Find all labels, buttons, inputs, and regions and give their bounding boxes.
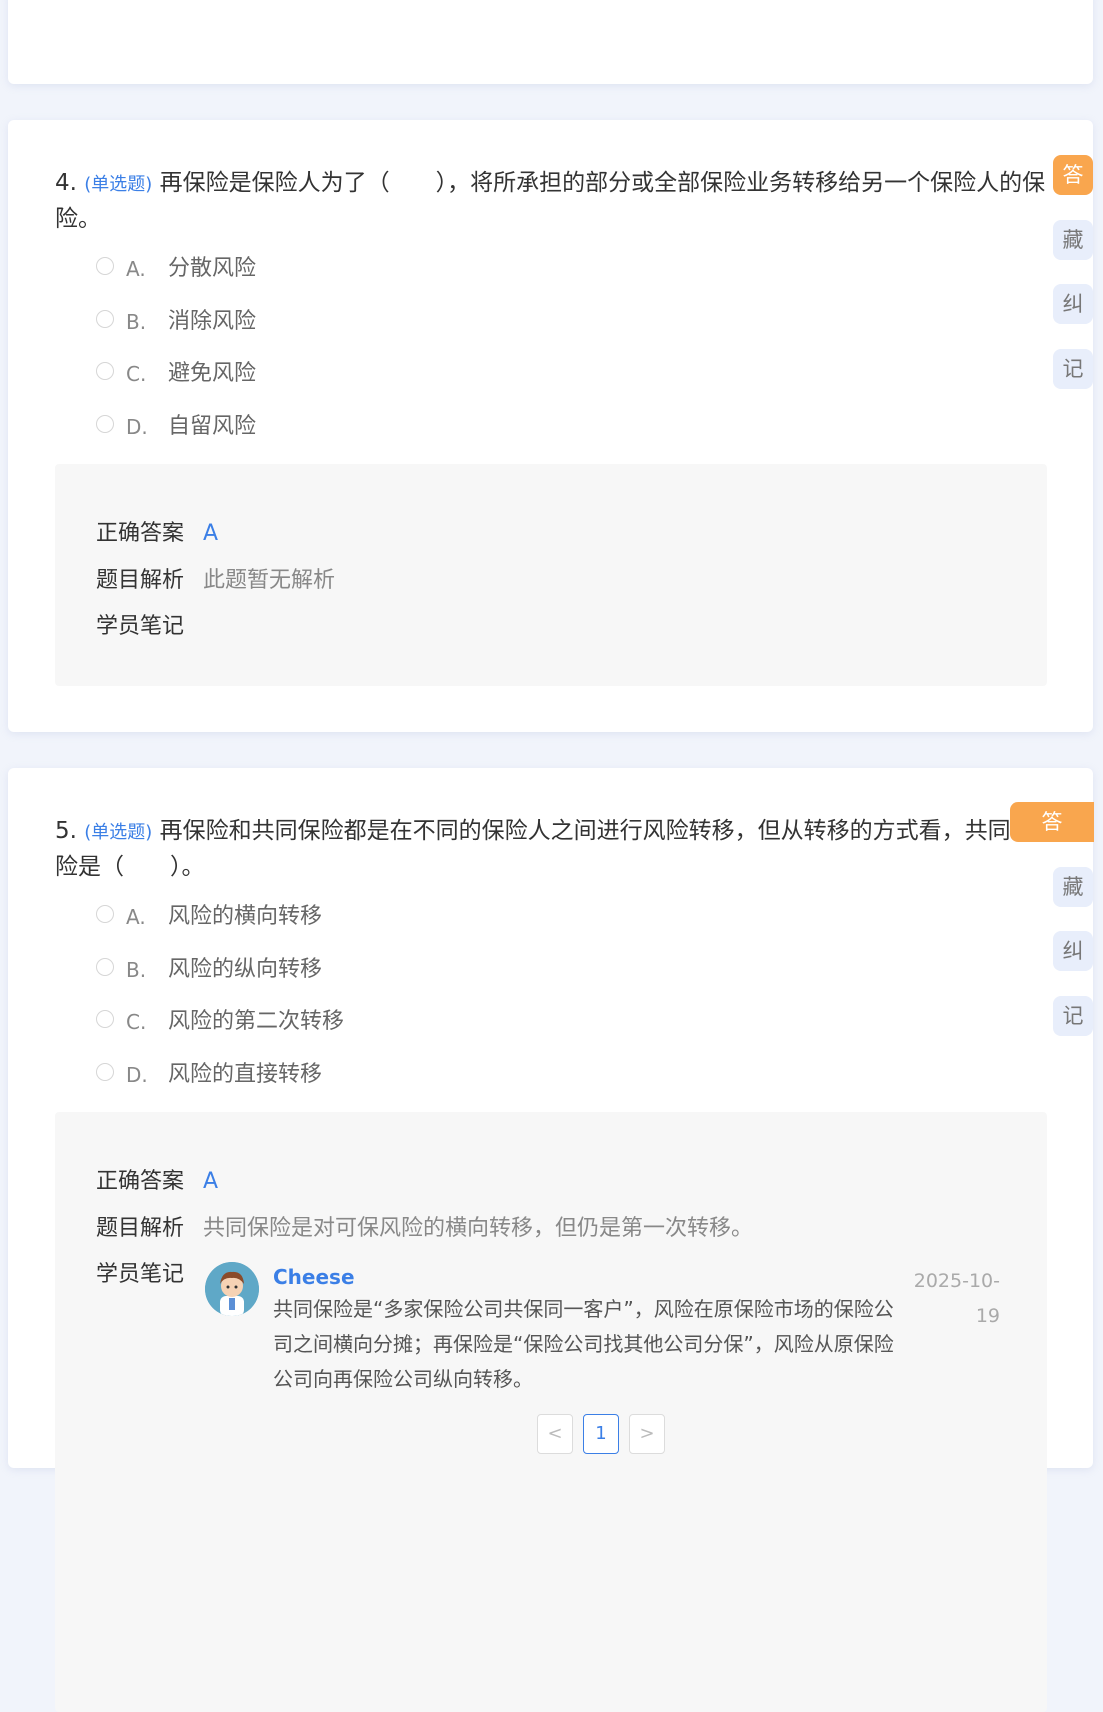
question-card: 4. (单选题) 再保险是保险人为了（ ），将所承担的部分或全部保险业务转移给另… <box>8 120 1093 732</box>
option-text: 消除风险 <box>168 308 257 334</box>
analysis-panel: 正确答案 A 题目解析 此题暂无解析 学员笔记 <box>55 464 1047 686</box>
question-text: 5. (单选题) 再保险和共同保险都是在不同的保险人之间进行风险转移，但从转移的… <box>55 814 1050 884</box>
option-b[interactable]: B. 风险的纵向转移 <box>96 953 344 1006</box>
option-letter: D. <box>126 414 148 439</box>
option-letter: A. <box>126 257 146 281</box>
question-stem: 再保险是保险人为了（ ），将所承担的部分或全部保险业务转移给另一个保险人的保险。 <box>55 170 1046 232</box>
question-number: 5. <box>55 818 77 844</box>
radio-button[interactable] <box>96 1010 114 1028</box>
radio-button[interactable] <box>96 957 114 976</box>
option-a[interactable]: A. 风险的横向转移 <box>96 900 344 953</box>
radio-button[interactable] <box>96 362 114 380</box>
analysis-panel: 正确答案 A 题目解析 共同保险是对可保风险的横向转移，但仍是第一次转移。 学员… <box>55 1112 1047 1712</box>
show-answer-button[interactable]: 答 <box>1053 155 1093 195</box>
option-d[interactable]: D. 风险的直接转移 <box>96 1058 344 1111</box>
radio-button[interactable] <box>96 414 114 433</box>
correct-answer-row: 正确答案 A <box>96 1165 218 1199</box>
option-letter: A. <box>126 905 146 929</box>
analysis-text: 共同保险是对可保风险的横向转移，但仍是第一次转移。 <box>203 1216 754 1241</box>
question-type: (单选题) <box>84 822 153 843</box>
question-number: 4. <box>55 170 77 196</box>
notes-row: 学员笔记 <box>96 1258 196 1292</box>
report-error-button[interactable]: 纠 <box>1053 284 1093 324</box>
collect-button[interactable]: 藏 <box>1053 220 1093 260</box>
notes-label: 学员笔记 <box>96 1262 185 1287</box>
note-username[interactable]: Cheese <box>273 1262 355 1292</box>
show-answer-button[interactable]: 答 <box>1010 802 1094 842</box>
question-text: 4. (单选题) 再保险是保险人为了（ ），将所承担的部分或全部保险业务转移给另… <box>55 166 1050 236</box>
note-text: 共同保险是“多家保险公司共保同一客户”，风险在原保险市场的保险公司之间横向分摊；… <box>273 1297 894 1391</box>
question-stem: 再保险和共同保险都是在不同的保险人之间进行风险转移，但从转移的方式看，共同保险是… <box>55 818 1034 880</box>
option-b[interactable]: B. 消除风险 <box>96 305 256 358</box>
correct-answer-value: A <box>203 1169 219 1194</box>
option-text: 风险的横向转移 <box>168 904 323 929</box>
pagination: < 1 > <box>537 1414 665 1454</box>
options-list: A. 分散风险 B. 消除风险 C. 避免风险 D. 自留风险 <box>96 252 256 462</box>
notes-label: 学员笔记 <box>96 614 185 639</box>
question-card: 5. (单选题) 再保险和共同保险都是在不同的保险人之间进行风险转移，但从转移的… <box>8 768 1093 1712</box>
option-c[interactable]: C. 风险的第二次转移 <box>96 1005 344 1058</box>
option-letter: B. <box>126 957 147 982</box>
note-button[interactable]: 记 <box>1053 349 1093 389</box>
radio-button[interactable] <box>96 257 114 275</box>
note-button[interactable]: 记 <box>1053 996 1093 1036</box>
user-avatar-icon[interactable] <box>205 1262 259 1316</box>
next-page-button[interactable]: > <box>629 1414 665 1454</box>
analysis-row: 题目解析 共同保险是对可保风险的横向转移，但仍是第一次转移。 <box>96 1212 753 1246</box>
correct-answer-label: 正确答案 <box>96 521 185 546</box>
note-date: 2025-10-19 <box>913 1270 1000 1327</box>
radio-button[interactable] <box>96 905 114 923</box>
analysis-label: 题目解析 <box>96 1216 185 1241</box>
option-text: 风险的直接转移 <box>168 1061 323 1087</box>
option-letter: B. <box>126 309 147 334</box>
radio-button[interactable] <box>96 1062 114 1081</box>
option-text: 自留风险 <box>168 413 257 439</box>
correct-answer-label: 正确答案 <box>96 1169 185 1194</box>
page-1-button[interactable]: 1 <box>583 1414 619 1454</box>
analysis-row: 题目解析 此题暂无解析 <box>96 564 335 598</box>
option-text: 分散风险 <box>168 256 257 281</box>
radio-button[interactable] <box>96 309 114 328</box>
option-a[interactable]: A. 分散风险 <box>96 252 256 305</box>
collect-button[interactable]: 藏 <box>1053 867 1093 907</box>
option-d[interactable]: D. 自留风险 <box>96 410 256 463</box>
option-letter: D. <box>126 1062 148 1087</box>
notes-row: 学员笔记 <box>96 610 196 644</box>
options-list: A. 风险的横向转移 B. 风险的纵向转移 C. 风险的第二次转移 D. 风险的… <box>96 900 344 1110</box>
previous-question-card <box>8 0 1093 84</box>
analysis-label: 题目解析 <box>96 568 185 593</box>
report-error-button[interactable]: 纠 <box>1053 931 1093 971</box>
correct-answer-value: A <box>203 521 219 546</box>
option-text: 风险的第二次转移 <box>168 1009 345 1034</box>
prev-page-button[interactable]: < <box>537 1414 573 1454</box>
analysis-text: 此题暂无解析 <box>203 568 336 593</box>
option-text: 风险的纵向转移 <box>168 956 323 982</box>
option-letter: C. <box>126 1010 147 1034</box>
correct-answer-row: 正确答案 A <box>96 517 218 551</box>
option-letter: C. <box>126 362 147 386</box>
option-c[interactable]: C. 避免风险 <box>96 357 256 410</box>
option-text: 避免风险 <box>168 361 257 386</box>
question-type: (单选题) <box>84 174 153 195</box>
